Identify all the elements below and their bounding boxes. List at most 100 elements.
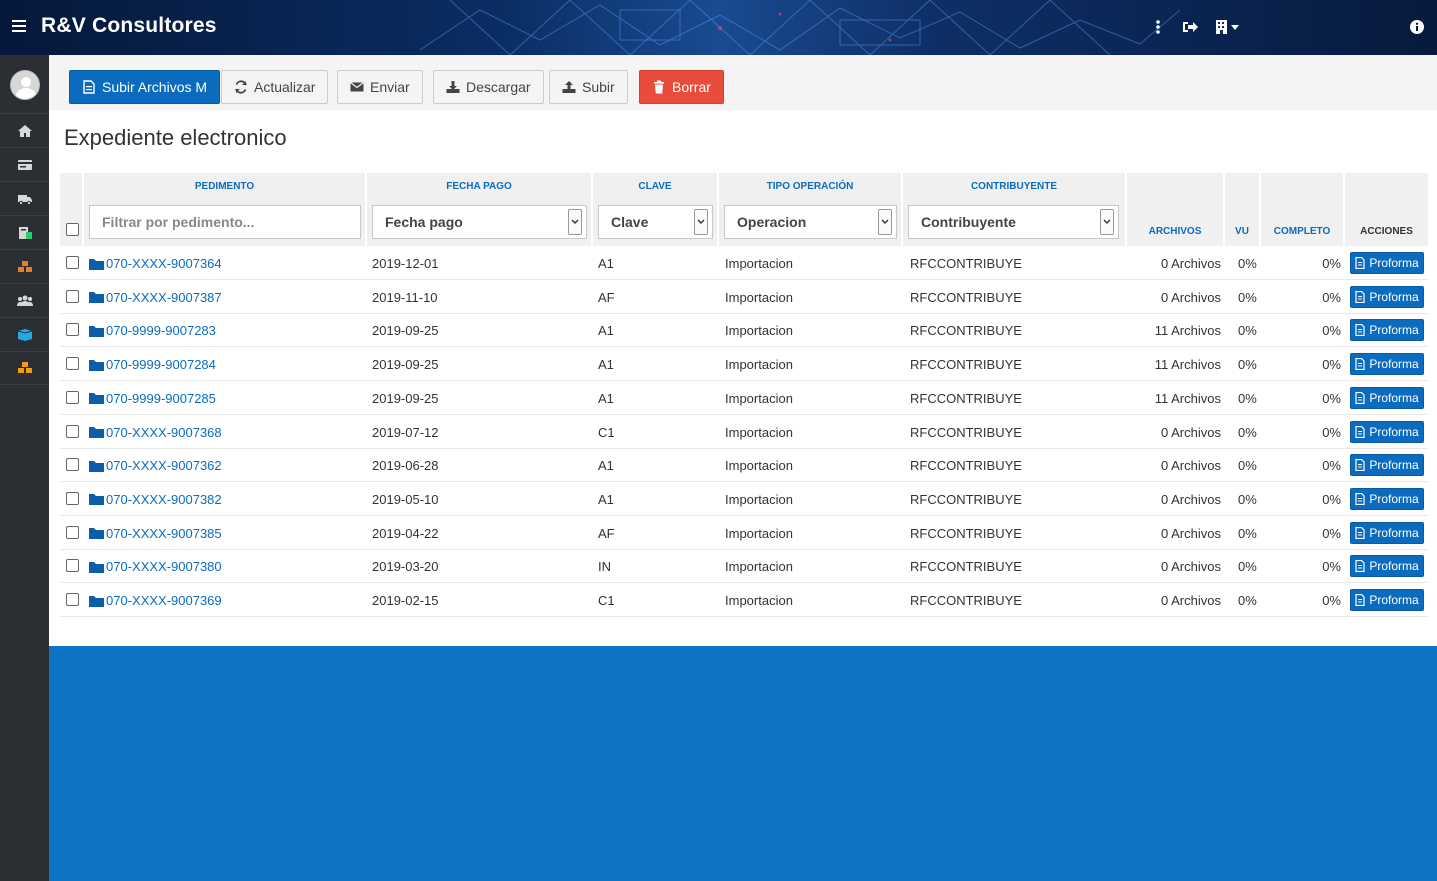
tipo-operacion-cell: Importacion bbox=[725, 593, 793, 608]
vertical-dots-icon[interactable] bbox=[1155, 20, 1161, 37]
brand-title[interactable]: R&V Consultores bbox=[41, 14, 217, 38]
pedimento-link[interactable]: 070-9999-9007283 bbox=[89, 323, 216, 338]
header-clave-label[interactable]: CLAVE bbox=[593, 181, 717, 192]
pedimento-link[interactable]: 070-9999-9007284 bbox=[89, 357, 216, 372]
folder-icon bbox=[89, 292, 104, 304]
users-icon[interactable] bbox=[0, 283, 49, 317]
upload-button[interactable]: Subir bbox=[549, 70, 628, 104]
table-row[interactable]: 070-XXXX-9007362 2019-06-28 A1 Importaci… bbox=[60, 448, 1428, 483]
row-checkbox[interactable] bbox=[66, 559, 79, 573]
delete-button[interactable]: Borrar bbox=[639, 70, 724, 104]
proforma-button[interactable]: Proforma bbox=[1350, 454, 1424, 477]
row-checkbox[interactable] bbox=[66, 491, 79, 505]
table-row[interactable]: 070-9999-9007284 2019-09-25 A1 Importaci… bbox=[60, 347, 1428, 382]
proforma-button[interactable]: Proforma bbox=[1350, 353, 1424, 376]
row-checkbox[interactable] bbox=[66, 289, 79, 303]
cubes-orange-icon[interactable] bbox=[0, 351, 49, 385]
cubes-icon[interactable] bbox=[0, 249, 49, 283]
proforma-button[interactable]: Proforma bbox=[1350, 521, 1424, 544]
file-icon bbox=[1355, 324, 1365, 337]
completo-cell: 0% bbox=[1322, 559, 1341, 575]
upload-multiple-button[interactable]: Subir Archivos M bbox=[69, 70, 221, 104]
tipo-operacion-cell: Importacion bbox=[725, 424, 793, 440]
header-pedimento: PEDIMENTO Filtrar por pedimento... bbox=[84, 173, 367, 246]
clave-select[interactable]: Clave bbox=[598, 205, 713, 239]
fecha-pago-select[interactable]: Fecha pago bbox=[372, 205, 587, 239]
pedimento-link[interactable]: 070-XXXX-9007387 bbox=[89, 290, 222, 305]
toolbar: Subir Archivos M Actualizar Enviar Desca… bbox=[49, 55, 1437, 110]
select-all-checkbox[interactable] bbox=[66, 223, 79, 236]
header-contribuyente-label[interactable]: CONTRIBUYENTE bbox=[903, 181, 1125, 192]
table-row[interactable]: 070-XXXX-9007382 2019-05-10 A1 Importaci… bbox=[60, 482, 1428, 516]
header-tipo-operacion-label[interactable]: TIPO OPERACIÓN bbox=[719, 181, 901, 192]
row-checkbox[interactable] bbox=[66, 357, 79, 371]
file-icon bbox=[1355, 290, 1365, 303]
pedimento-link[interactable]: 070-XXXX-9007380 bbox=[89, 559, 222, 574]
table-row[interactable]: 070-XXXX-9007387 2019-11-10 AF Importaci… bbox=[60, 280, 1428, 314]
table-row[interactable]: 070-XXXX-9007364 2019-12-01 A1 Importaci… bbox=[60, 246, 1428, 280]
fecha-pago-cell: 2019-09-25 bbox=[372, 323, 439, 339]
header-contribuyente: CONTRIBUYENTE Contribuyente bbox=[903, 173, 1127, 246]
contribuyente-select[interactable]: Contribuyente bbox=[908, 205, 1119, 239]
sign-out-icon[interactable] bbox=[1182, 20, 1198, 37]
clave-cell: AF bbox=[598, 525, 615, 541]
pedimento-link[interactable]: 070-XXXX-9007369 bbox=[89, 593, 222, 608]
file-icon bbox=[1355, 526, 1365, 539]
table-row[interactable]: 070-XXXX-9007385 2019-04-22 AF Importaci… bbox=[60, 516, 1428, 550]
row-checkbox[interactable] bbox=[66, 525, 79, 539]
proforma-label: Proforma bbox=[1369, 491, 1419, 506]
proforma-label: Proforma bbox=[1369, 357, 1419, 372]
refresh-button[interactable]: Actualizar bbox=[221, 70, 329, 104]
proforma-button[interactable]: Proforma bbox=[1350, 319, 1424, 342]
menu-toggle-icon[interactable] bbox=[12, 20, 26, 34]
table-row[interactable]: 070-XXXX-9007380 2019-03-20 IN Importaci… bbox=[60, 549, 1428, 584]
row-checkbox[interactable] bbox=[66, 390, 79, 404]
header-archivos-label[interactable]: ARCHIVOS bbox=[1127, 226, 1223, 237]
file-icon bbox=[1355, 391, 1365, 404]
row-checkbox[interactable] bbox=[66, 593, 79, 606]
pedimento-link[interactable]: 070-XXXX-9007362 bbox=[89, 458, 222, 473]
money-icon[interactable] bbox=[0, 215, 49, 249]
send-button[interactable]: Enviar bbox=[337, 70, 423, 104]
pedimento-filter-input[interactable]: Filtrar por pedimento... bbox=[89, 205, 361, 239]
building-icon[interactable] bbox=[1215, 20, 1241, 37]
proforma-button[interactable]: Proforma bbox=[1350, 420, 1424, 443]
proforma-button[interactable]: Proforma bbox=[1350, 285, 1424, 308]
proforma-button[interactable]: Proforma bbox=[1350, 589, 1424, 611]
clave-cell: AF bbox=[598, 289, 615, 305]
row-checkbox[interactable] bbox=[66, 256, 79, 269]
home-icon[interactable] bbox=[0, 113, 49, 147]
row-checkbox[interactable] bbox=[66, 458, 79, 472]
table-row[interactable]: 070-9999-9007283 2019-09-25 A1 Importaci… bbox=[60, 313, 1428, 348]
row-checkbox[interactable] bbox=[66, 424, 79, 438]
header-vu-label[interactable]: VU bbox=[1225, 226, 1259, 237]
header-pedimento-label[interactable]: PEDIMENTO bbox=[84, 181, 365, 192]
box-icon[interactable] bbox=[0, 317, 49, 351]
vu-cell: 0% bbox=[1238, 491, 1257, 507]
download-button[interactable]: Descargar bbox=[433, 70, 544, 104]
info-icon[interactable] bbox=[1410, 20, 1424, 37]
user-avatar[interactable] bbox=[9, 70, 40, 100]
card-icon[interactable] bbox=[0, 147, 49, 181]
pedimento-link[interactable]: 070-XXXX-9007368 bbox=[89, 425, 222, 440]
operacion-select[interactable]: Operacion bbox=[724, 205, 897, 239]
truck-icon[interactable] bbox=[0, 181, 49, 215]
top-navbar: R&V Consultores bbox=[0, 0, 1437, 55]
clave-cell: A1 bbox=[598, 458, 614, 474]
pedimento-link[interactable]: 070-XXXX-9007382 bbox=[89, 492, 222, 507]
table-row[interactable]: 070-XXXX-9007369 2019-02-15 C1 Importaci… bbox=[60, 583, 1428, 617]
table-row[interactable]: 070-9999-9007285 2019-09-25 A1 Importaci… bbox=[60, 381, 1428, 415]
row-checkbox[interactable] bbox=[66, 323, 79, 337]
pedimento-link[interactable]: 070-XXXX-9007385 bbox=[89, 526, 222, 541]
proforma-button[interactable]: Proforma bbox=[1350, 487, 1424, 510]
header-fecha-pago-label[interactable]: FECHA PAGO bbox=[367, 181, 591, 192]
pedimento-link[interactable]: 070-XXXX-9007364 bbox=[89, 256, 222, 271]
header-completo-label[interactable]: COMPLETO bbox=[1261, 226, 1343, 237]
proforma-button[interactable]: Proforma bbox=[1350, 252, 1424, 274]
archivos-cell: 11 Archivos bbox=[1154, 357, 1221, 373]
completo-cell: 0% bbox=[1322, 458, 1341, 474]
table-row[interactable]: 070-XXXX-9007368 2019-07-12 C1 Importaci… bbox=[60, 415, 1428, 449]
proforma-button[interactable]: Proforma bbox=[1350, 555, 1424, 578]
pedimento-link[interactable]: 070-9999-9007285 bbox=[89, 391, 216, 406]
proforma-button[interactable]: Proforma bbox=[1350, 386, 1424, 409]
